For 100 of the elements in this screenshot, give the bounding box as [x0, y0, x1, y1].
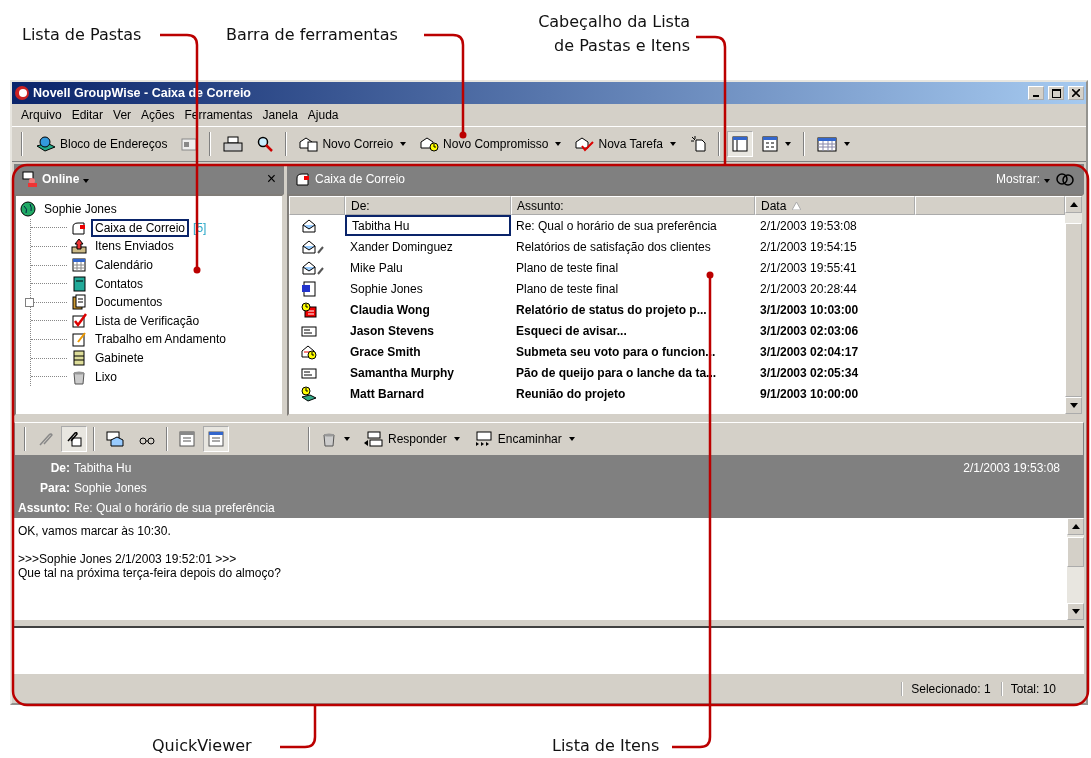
cabinet-icon: [71, 350, 87, 367]
book-clock-icon: [301, 385, 317, 402]
minimize-button[interactable]: [1028, 86, 1044, 100]
envelope-icon: [301, 217, 317, 234]
folder-item[interactable]: Documentos: [91, 293, 167, 312]
mailbox-icon: [71, 219, 87, 236]
date-cell-text: 2/1/2003 19:54:15: [759, 238, 858, 256]
mailbox-icon: [295, 171, 311, 187]
field-label: De:: [49, 461, 70, 475]
menu-item[interactable]: Ações: [136, 108, 180, 122]
word-document-icon: [301, 280, 317, 297]
menu-item[interactable]: Ver: [108, 108, 137, 122]
date-cell-text: 2/1/2003 20:28:44: [759, 280, 858, 298]
layout-icon: [731, 136, 748, 152]
subject-cell-text: Plano de teste final: [515, 280, 620, 298]
menu-item[interactable]: Editar: [66, 108, 109, 122]
printer-icon: [223, 136, 244, 152]
down-arrow-icon: [1069, 403, 1078, 408]
expand-icon[interactable]: [25, 297, 34, 307]
sender-cell[interactable]: Matt Barnard: [345, 383, 511, 404]
book-globe-icon: [35, 136, 57, 152]
search-icon: [257, 136, 274, 152]
view-toggle[interactable]: [203, 426, 229, 452]
date-cell-text: 3/1/2003 02:04:17: [759, 343, 860, 361]
envelope-page-icon: [299, 136, 320, 152]
new-item-button[interactable]: Novo Correio: [294, 131, 412, 157]
sender-cell[interactable]: Claudia Wong: [345, 299, 511, 320]
field-value: Tabitha Hu: [74, 461, 133, 475]
message-action-button[interactable]: Responder: [358, 426, 465, 452]
folder-item[interactable]: Caixa de Correio: [91, 218, 190, 237]
date-cell-text: 2/1/2003 19:55:41: [759, 259, 858, 277]
close-pane-button[interactable]: ×: [266, 170, 276, 188]
scrollbar[interactable]: [1065, 196, 1082, 414]
rings-icon: [1054, 171, 1076, 187]
folder-item[interactable]: Trabalho em Andamento: [91, 330, 230, 349]
folder-item[interactable]: Contatos: [91, 274, 148, 293]
menu-item[interactable]: Arquivo: [16, 108, 67, 122]
date-cell-text: 3/1/2003 02:05:34: [759, 364, 860, 382]
user-envelope-icon: [22, 171, 38, 187]
sender-cell[interactable]: Xander Dominguez: [345, 236, 511, 257]
page-sparkle-icon: [689, 136, 706, 152]
menu-item[interactable]: Ajuda: [302, 108, 344, 122]
field-label: Para:: [38, 481, 70, 495]
status-dropdown[interactable]: Online: [42, 172, 263, 186]
callout-label: Cabeçalho da Lista de Pastas e Itens: [538, 11, 690, 57]
close-icon: [1072, 89, 1080, 97]
subject-cell-text: Reunião do projeto: [515, 385, 627, 403]
date-cell-text: 2/1/2003 19:53:08: [759, 217, 858, 235]
subject-cell-text: Re: Qual o horário de sua preferência: [515, 217, 718, 235]
envelope-paperclip-icon: [301, 238, 325, 255]
maximize-icon: [1051, 88, 1061, 98]
folder-item[interactable]: Calendário: [91, 256, 158, 275]
folder-item[interactable]: Sophie Jones: [40, 200, 121, 219]
leader-line: [280, 705, 317, 749]
date-cell-text: 3/1/2003 02:03:06: [759, 322, 860, 340]
address-book-button[interactable]: Bloco de Endereços: [30, 131, 173, 157]
checkbox-icon: [71, 312, 87, 329]
toolbar-toggle[interactable]: [61, 426, 87, 452]
envelope-check-icon: [575, 136, 596, 152]
date-cell-text: 3/1/2003 10:03:00: [759, 301, 860, 319]
status-text: Selecionado: 1: [901, 681, 1001, 696]
subject-cell-text: Relatórios de satisfação dos clientes: [515, 238, 712, 256]
envelope-clock-icon: [301, 343, 317, 360]
layout-icon: [179, 431, 195, 447]
folder-item[interactable]: Itens Enviados: [91, 237, 178, 256]
pencil-page-icon: [71, 331, 87, 348]
calendar-icon: [816, 136, 837, 152]
app-logo-icon: [14, 85, 30, 101]
folder-item[interactable]: Lista de Verificação: [91, 311, 204, 330]
message-action-button[interactable]: Encaminhar: [467, 426, 580, 452]
sender-cell[interactable]: Jason Stevens: [345, 320, 511, 341]
list-title: Caixa de Correio: [315, 172, 407, 186]
maximize-button[interactable]: [1048, 86, 1064, 100]
subject-cell-text: Relatório de status do projeto p...: [515, 301, 708, 319]
sender-cell[interactable]: Tabitha Hu: [345, 215, 511, 236]
status-text: Total: 10: [1000, 681, 1066, 696]
scrollbar[interactable]: [1067, 518, 1084, 620]
reply-arrows-icon: [363, 431, 385, 447]
view-button[interactable]: [726, 131, 753, 157]
sender-cell[interactable]: Sophie Jones: [345, 278, 511, 299]
sender-cell[interactable]: Grace Smith: [345, 341, 511, 362]
folder-item[interactable]: Gabinete: [91, 349, 148, 368]
column-header[interactable]: Assunto:: [511, 196, 755, 215]
message-line: >>>Sophie Jones 2/1/2003 19:52:01 >>>: [18, 552, 237, 566]
close-button[interactable]: [1068, 86, 1084, 100]
sender-cell[interactable]: Mike Palu: [345, 257, 511, 278]
folder-item[interactable]: Lixo: [91, 367, 121, 386]
callout-label: Barra de ferramentas: [226, 24, 398, 46]
column-header[interactable]: Data: [755, 196, 915, 215]
address-book-icon: [71, 275, 87, 292]
callout-label: Lista de Pastas: [22, 24, 142, 46]
show-filter-dropdown[interactable]: Mostrar:: [996, 172, 1050, 186]
reply-area[interactable]: [14, 626, 1084, 674]
message-line: Que tal na próxima terça-feira depois do almoço?: [18, 566, 281, 580]
date-cell-text: 9/1/2003 10:00:00: [759, 385, 860, 403]
sender-cell[interactable]: Samantha Murphy: [345, 362, 511, 383]
menu-item[interactable]: Janela: [257, 108, 303, 122]
column-header[interactable]: De:: [345, 196, 511, 215]
new-item-button[interactable]: Nova Tarefa: [570, 131, 681, 157]
trash-icon: [321, 431, 337, 447]
